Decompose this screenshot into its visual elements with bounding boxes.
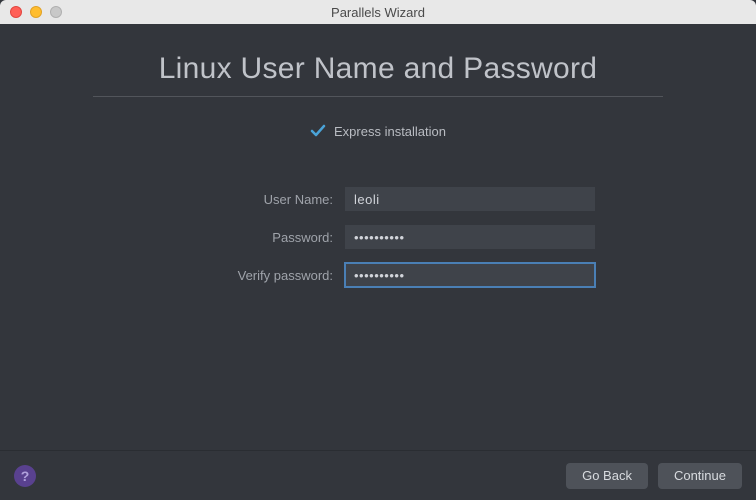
verify-password-input[interactable]	[345, 263, 595, 287]
help-button[interactable]: ?	[14, 465, 36, 487]
checkmark-icon[interactable]	[310, 123, 326, 139]
help-icon: ?	[21, 468, 30, 484]
window: Parallels Wizard Linux User Name and Pas…	[0, 0, 756, 500]
divider	[93, 96, 663, 97]
password-row: Password:	[161, 225, 595, 249]
express-checkbox-row[interactable]: Express installation	[310, 123, 446, 139]
page-title: Linux User Name and Password	[159, 52, 598, 86]
form: User Name: Password: Verify password:	[161, 187, 595, 287]
username-input[interactable]	[345, 187, 595, 211]
zoom-icon	[50, 6, 62, 18]
express-label: Express installation	[334, 124, 446, 139]
password-label: Password:	[161, 230, 333, 245]
footer: ? Go Back Continue	[0, 450, 756, 500]
minimize-icon[interactable]	[30, 6, 42, 18]
window-title: Parallels Wizard	[0, 5, 756, 20]
titlebar: Parallels Wizard	[0, 0, 756, 24]
verify-password-label: Verify password:	[161, 268, 333, 283]
continue-button[interactable]: Continue	[658, 463, 742, 489]
verify-password-row: Verify password:	[161, 263, 595, 287]
traffic-lights	[0, 6, 62, 18]
username-label: User Name:	[161, 192, 333, 207]
close-icon[interactable]	[10, 6, 22, 18]
username-row: User Name:	[161, 187, 595, 211]
go-back-button[interactable]: Go Back	[566, 463, 648, 489]
password-input[interactable]	[345, 225, 595, 249]
content: Linux User Name and Password Express ins…	[0, 24, 756, 450]
